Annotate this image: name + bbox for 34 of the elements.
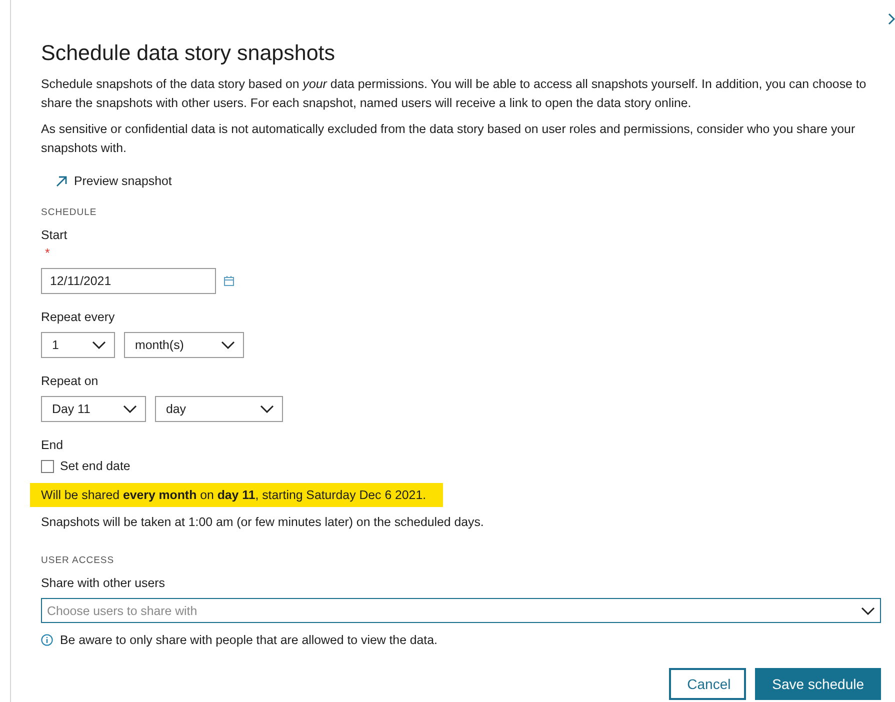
chevron-down-icon	[221, 341, 235, 349]
section-heading: USER ACCESS	[41, 554, 116, 568]
cancel-button[interactable]: Cancel	[669, 668, 746, 700]
schedule-note: Snapshots will be taken at 1:00 am (or few minutes later) on the scheduled days.	[41, 514, 485, 531]
field-label: Share with other users	[41, 575, 166, 592]
close-icon[interactable]	[888, 13, 895, 25]
dropdown[interactable]: month(s)	[124, 332, 244, 358]
info-icon	[41, 634, 53, 646]
dropdown[interactable]: day	[155, 396, 283, 422]
dropdown[interactable]: 1	[41, 332, 115, 358]
required-mark: *	[45, 246, 50, 260]
field-label: Repeat on	[41, 373, 100, 390]
chevron-down-icon	[92, 341, 106, 349]
chevron-down-icon	[861, 606, 875, 614]
arrow-up-right-icon	[56, 176, 67, 186]
preview-link[interactable]: Preview snapshot	[56, 172, 881, 190]
save-button[interactable]: Save schedule	[755, 668, 881, 700]
users-combobox[interactable]: Choose users to share with	[41, 598, 881, 623]
field-label: Repeat every	[41, 309, 116, 326]
date-field[interactable]: 12/11/2021	[41, 268, 216, 294]
intro-text: As sensitive or confidential data is not automatically excluded from the data story based on user roles and permissions, consider who you share your snapshots with.	[41, 121, 856, 157]
chevron-down-icon	[123, 405, 137, 413]
intro-text: Schedule snapshots of the data story based on your data permissions. You will be able to access all snapshots yourself. In addition, you can choose to share the snapshots with other users. For each snapshot, named users will receive a link to open the data story online.	[41, 76, 868, 112]
field-label: End	[41, 437, 64, 454]
highlighted-summary: Will be shared every month on day 11, starting Saturday Dec 6 2021.	[30, 483, 443, 507]
info-text: Be aware to only share with people that are allowed to view the data.	[60, 632, 438, 649]
checkbox[interactable]	[41, 460, 54, 472]
checkbox-label: Set end date	[60, 458, 130, 475]
field-label: Start	[41, 227, 68, 244]
section-heading: SCHEDULE	[41, 206, 98, 220]
dialog-title: Schedule data story snapshots	[41, 40, 336, 66]
dropdown[interactable]: Day 11	[41, 396, 146, 422]
chevron-down-icon	[260, 405, 274, 413]
calendar-icon[interactable]	[224, 276, 234, 286]
